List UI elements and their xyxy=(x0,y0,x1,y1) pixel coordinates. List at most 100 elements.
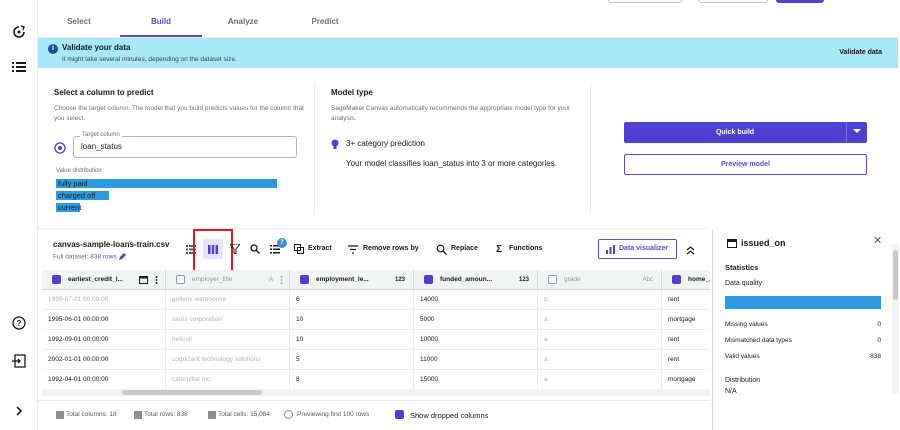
left-rail: ? xyxy=(0,0,38,430)
column-type: 123 xyxy=(394,277,405,283)
search-icon[interactable] xyxy=(249,243,261,255)
sign-out-icon[interactable] xyxy=(10,352,28,370)
expand-icon[interactable] xyxy=(10,402,28,420)
show-dropped-label[interactable]: Show dropped columns xyxy=(410,411,488,420)
scrollbar-thumb[interactable] xyxy=(122,390,262,395)
panel-column-name: issued_on xyxy=(741,238,786,248)
column-header-home[interactable]: home_... xyxy=(662,270,710,290)
model-type-title: Model type xyxy=(331,88,373,97)
scrollbar-thumb[interactable] xyxy=(893,250,898,300)
grid-footer: Total columns: 18 Total rows: 838 Total … xyxy=(38,400,710,430)
table-cell: 6 xyxy=(290,290,414,310)
column-name: employer_title xyxy=(192,276,233,283)
top-button-primary[interactable] xyxy=(776,0,824,3)
workflow-tabs: Select Build Analyze Predict xyxy=(38,0,900,38)
column-header-grade[interactable]: grade Abc xyxy=(538,270,662,290)
column-type: A xyxy=(268,277,273,283)
column-header-employment-length[interactable]: employment_le... 123 xyxy=(290,270,414,290)
missing-values-row: Missing values 0 xyxy=(725,321,881,328)
total-cells: Total cells: 15,084 xyxy=(218,411,271,418)
table-cell: gollens warehouse xyxy=(166,290,290,310)
dataset-rows-link[interactable]: 838 rows xyxy=(90,254,116,261)
tab-analyze[interactable]: Analyze xyxy=(202,17,284,37)
table-cell: 5 xyxy=(290,350,414,370)
panel-scrollbar[interactable] xyxy=(892,244,899,394)
table-cell: cognizant technology solutions xyxy=(166,350,290,370)
column-checkbox[interactable] xyxy=(672,275,681,284)
banner-subtitle: It might take several minutes, depending… xyxy=(62,56,237,63)
dataset-size: Full dataset: 838 rows xyxy=(53,253,127,261)
info-icon: i xyxy=(48,44,58,54)
table-cell: 14000 xyxy=(414,290,538,310)
value-bar-charged-off: charged off xyxy=(56,191,109,200)
help-icon[interactable]: ? xyxy=(10,314,28,332)
close-icon[interactable]: ✕ xyxy=(873,234,882,247)
collapse-icon[interactable] xyxy=(684,244,696,256)
table-row[interactable]: 2002-01-01 00:00:00 cognizant technology… xyxy=(42,350,710,370)
table-cell: a xyxy=(538,370,662,390)
column-header-earliest-credit[interactable]: earliest_credit_l... xyxy=(42,270,166,290)
column-checkbox[interactable] xyxy=(548,275,557,284)
sigma-icon: Σ xyxy=(495,243,502,255)
column-header-funded-amount[interactable]: funded_amoun... 123 xyxy=(414,270,538,290)
show-dropped-checkbox[interactable] xyxy=(395,410,404,419)
table-cell: rent xyxy=(662,330,710,350)
preview-model-button[interactable]: Preview model xyxy=(624,154,867,175)
lightbulb-icon xyxy=(331,137,339,149)
table-row[interactable]: 1999-07-01 00:00:00 gollens warehouse 6 … xyxy=(42,290,710,310)
divider xyxy=(38,228,710,229)
table-cell: 8 xyxy=(290,370,414,390)
build-options-dropdown[interactable] xyxy=(846,122,867,143)
filter-icon[interactable] xyxy=(229,243,241,255)
table-cell: b xyxy=(538,290,662,310)
value-distribution-label: Value distribution xyxy=(56,168,102,174)
quick-build-button[interactable]: Quick build xyxy=(624,122,846,143)
stat-label: Valid values xyxy=(725,353,760,360)
target-column-input[interactable] xyxy=(81,142,281,151)
table-cell: 10000 xyxy=(414,330,538,350)
canvas-app: ? Select Build Analyze Predict i Validat… xyxy=(0,0,900,430)
tab-predict[interactable]: Predict xyxy=(284,17,366,37)
column-checkbox[interactable] xyxy=(52,275,61,284)
table-row[interactable]: 1995-06-01 00:00:00 steris corporation 1… xyxy=(42,310,710,330)
horizontal-scrollbar[interactable] xyxy=(42,389,710,396)
remove-rows-button[interactable]: Remove rows by xyxy=(363,245,419,252)
extract-icon xyxy=(293,243,305,255)
tab-build[interactable]: Build xyxy=(120,17,202,37)
table-row[interactable]: 1992-04-01 00:00:00 caterpillar inc. 8 1… xyxy=(42,370,710,390)
info-circle-icon xyxy=(284,410,293,419)
table-cell: a xyxy=(538,310,662,330)
target-column-field[interactable]: Target column xyxy=(73,132,297,158)
valid-values-row: Valid values 838 xyxy=(725,353,881,360)
table-cell: a xyxy=(538,350,662,370)
column-checkbox[interactable] xyxy=(300,275,309,284)
more-options-icon xyxy=(280,276,283,284)
column-checkbox[interactable] xyxy=(176,275,185,284)
column-header-employer-title[interactable]: employer_title A xyxy=(166,270,290,290)
top-button-middle[interactable] xyxy=(698,0,768,3)
table-row[interactable]: 1992-09-01 00:00:00 helicoil 10 10000 a … xyxy=(42,330,710,350)
cells-icon xyxy=(208,411,216,419)
total-columns: Total columns: 18 xyxy=(66,411,117,418)
column-name: grade xyxy=(564,276,581,283)
edit-icon xyxy=(119,253,127,260)
remove-rows-icon xyxy=(347,243,359,255)
data-grid: earliest_credit_l... employer_title A em… xyxy=(42,270,710,398)
statistics-heading: Statistics xyxy=(725,263,759,272)
top-button-left[interactable] xyxy=(608,0,682,3)
list-icon[interactable] xyxy=(10,58,28,76)
replace-button[interactable]: Replace xyxy=(451,245,478,252)
data-quality-label: Data quality xyxy=(725,280,762,287)
refresh-icon[interactable] xyxy=(10,23,28,41)
caret-down-icon xyxy=(853,129,861,133)
model-type-value: 3+ category prediction xyxy=(346,139,425,148)
data-visualizer-button[interactable]: Data visualizer xyxy=(598,239,677,259)
functions-button[interactable]: Functions xyxy=(509,245,542,252)
stat-label: Missing values xyxy=(725,321,768,328)
total-rows: Total rows: 838 xyxy=(144,411,188,418)
extract-button[interactable]: Extract xyxy=(308,245,332,252)
replace-icon xyxy=(435,243,447,255)
validate-data-button[interactable]: Validate data xyxy=(839,49,882,56)
column-checkbox[interactable] xyxy=(424,275,433,284)
tab-select[interactable]: Select xyxy=(38,17,120,37)
